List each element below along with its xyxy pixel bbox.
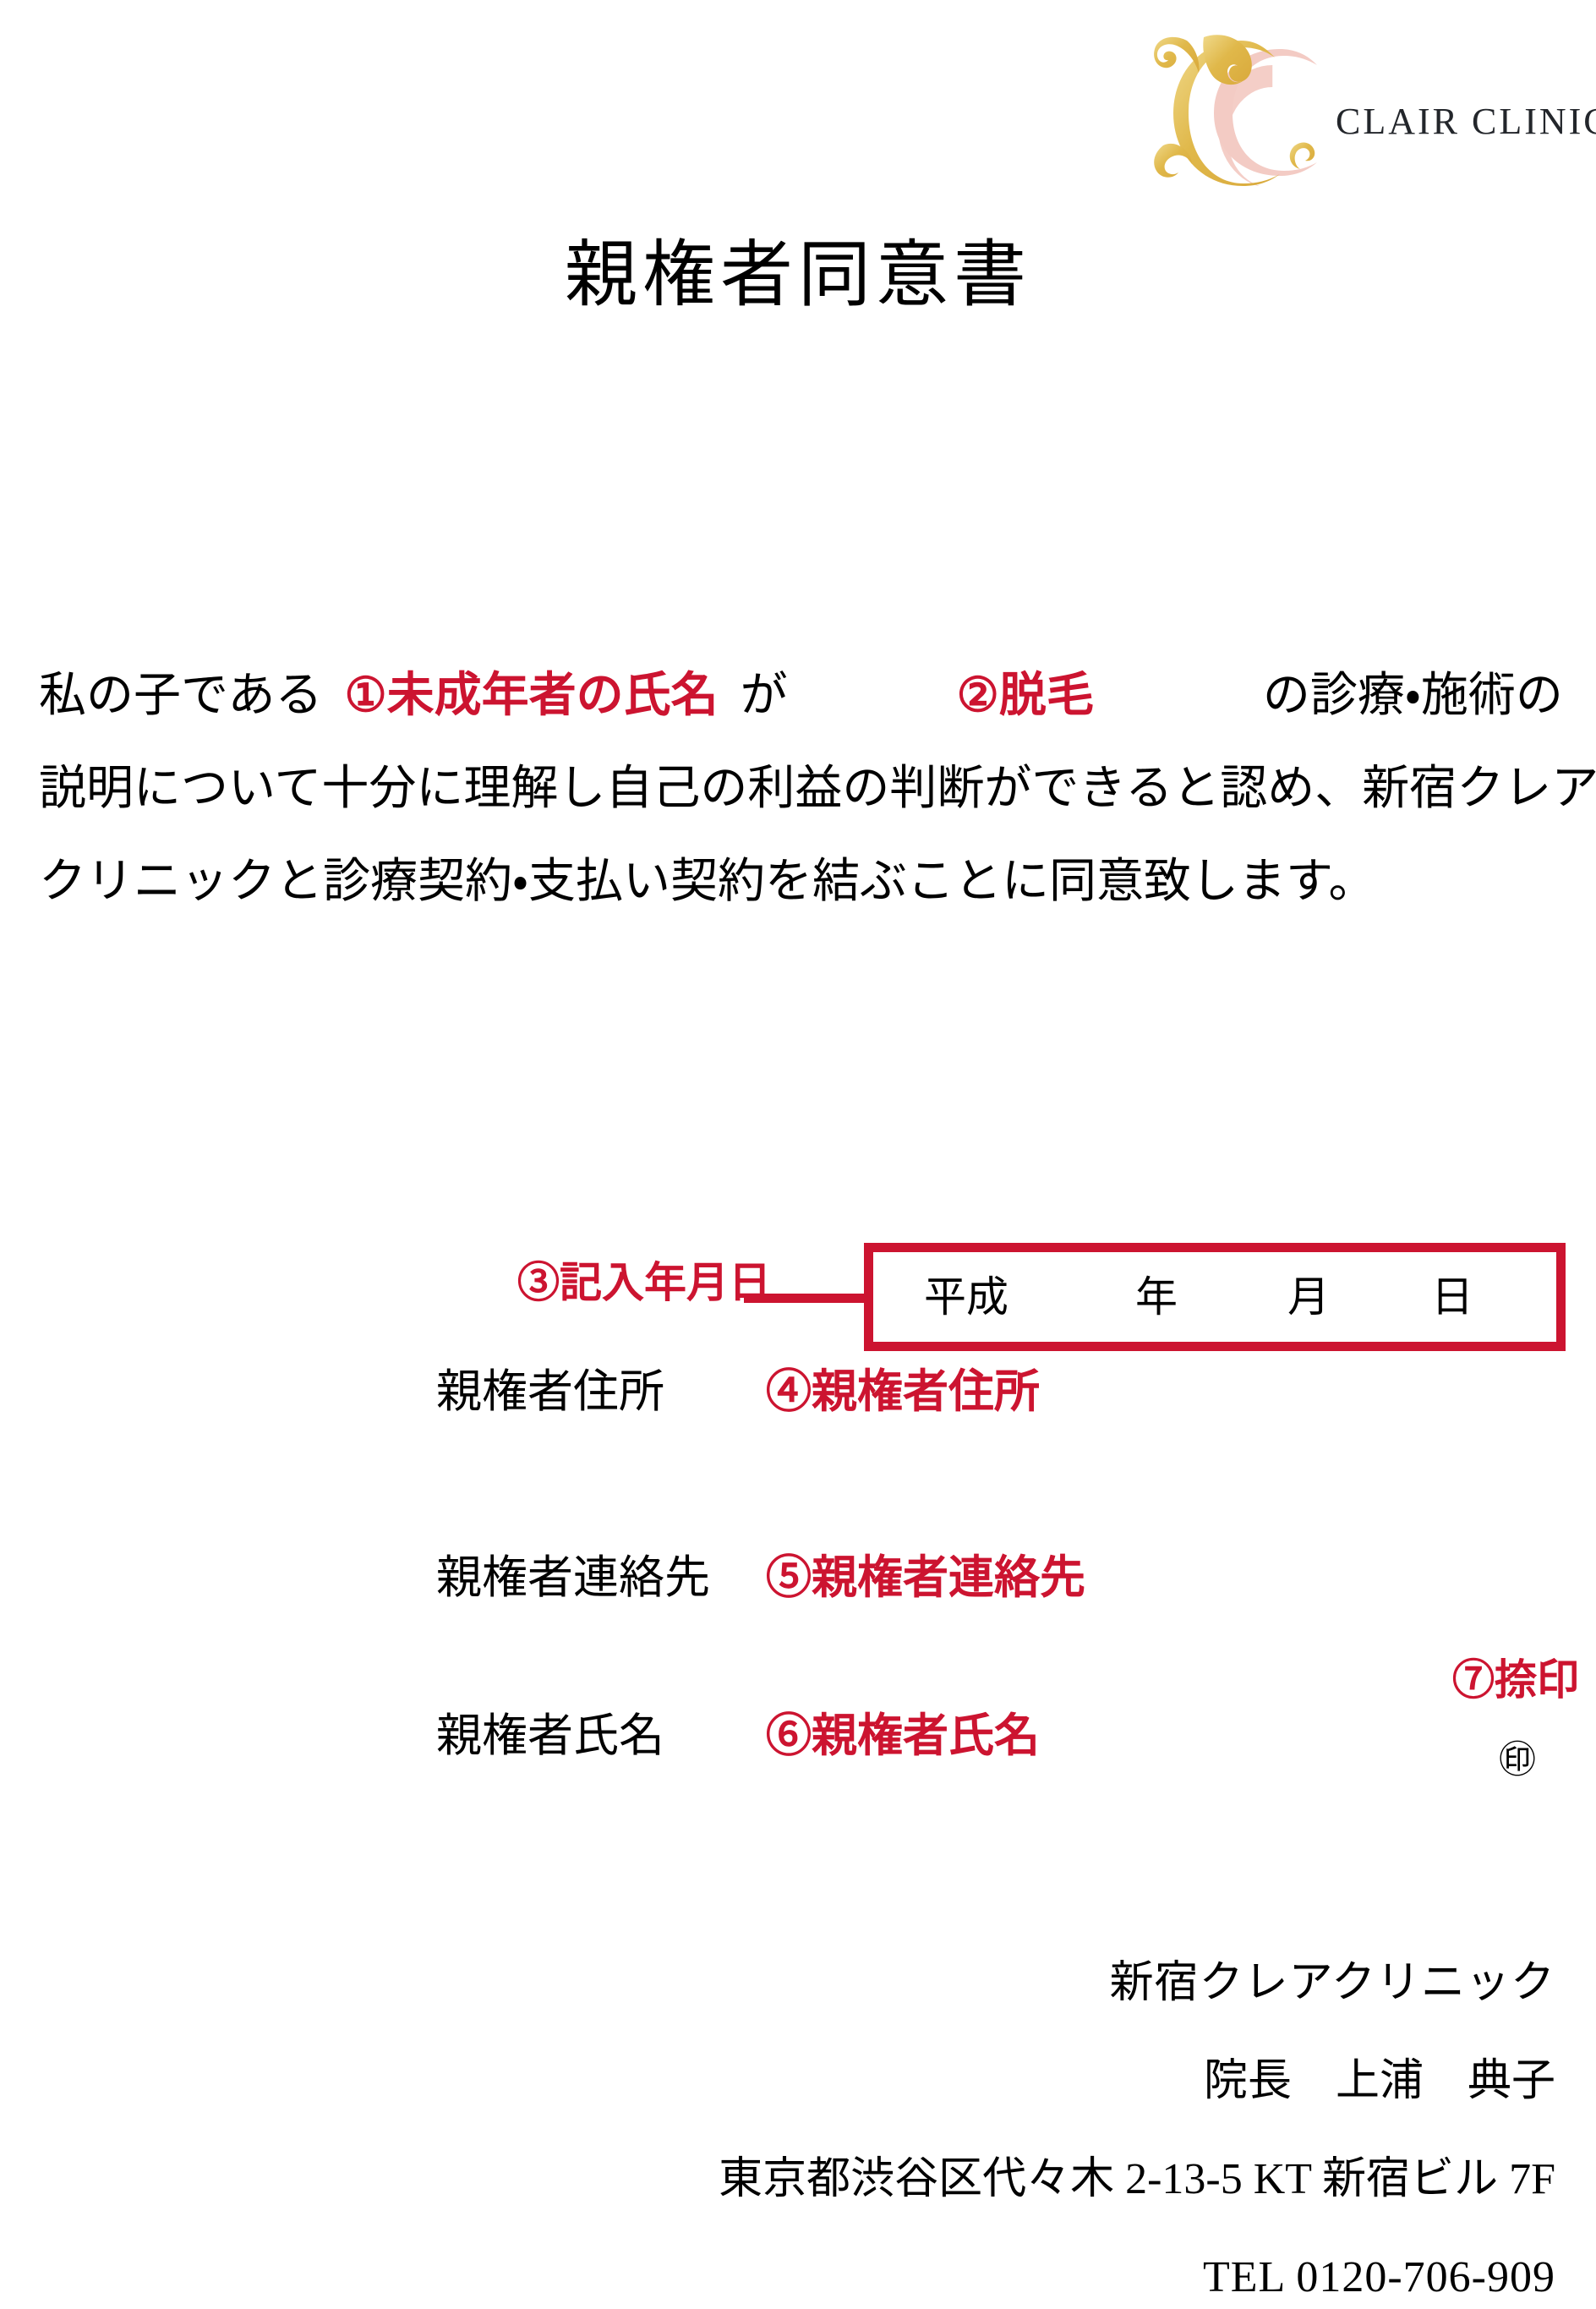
date-day-unit: 日 (1431, 1273, 1473, 1321)
label-guardian-contact: 親権者連絡先 (436, 1552, 710, 1603)
page-title: 親権者同意書 (565, 234, 1031, 315)
consent-line-1: 私の子である ①未成年者の氏名が ②脱毛 の診療・施術の (39, 649, 1563, 742)
consent-text-b: が (740, 670, 788, 722)
date-entry-box[interactable]: 平成 年 月 日 (864, 1243, 1566, 1351)
field-treatment[interactable]: ②脱毛 (957, 670, 1094, 722)
seal-stamp-icon[interactable]: ㊞ (1499, 1742, 1536, 1779)
field-minor-name[interactable]: ①未成年者の氏名 (344, 670, 718, 722)
date-era-label: 平成 (924, 1273, 1008, 1321)
date-leader-line (744, 1294, 866, 1303)
consent-text-a: 私の子である (39, 670, 323, 722)
clinic-logo: CLAIR CLINIC (1114, 25, 1596, 186)
consent-form-page: CLAIR CLINIC 親権者同意書 私の子である ①未成年者の氏名が ②脱毛 の診… (0, 0, 1596, 2309)
date-month-unit: 月 (1287, 1273, 1330, 1321)
value-guardian-address[interactable]: ④親権者住所 (766, 1360, 1040, 1424)
date-year-unit: 年 (1135, 1273, 1178, 1321)
clinic-name-wordmark: CLAIR CLINIC (1336, 101, 1596, 142)
label-guardian-address: 親権者住所 (436, 1366, 664, 1417)
seal-annotation-label: ⑦捺印 (1452, 1656, 1579, 1704)
consent-text-c: の診療・施術の (1262, 670, 1563, 722)
field-row-contact: 親権者連絡先 ⑤親権者連絡先 (0, 1546, 1596, 1610)
consent-line-3: クリニックと診療契約・支払い契約を結ぶことに同意致します。 (39, 856, 1376, 908)
footer-telephone: TEL 0120-706-909 (1203, 2253, 1555, 2301)
date-box-inner: 平成 年 月 日 (873, 1252, 1556, 1342)
date-annotation-label: ③記入年月日 (517, 1259, 771, 1306)
value-guardian-contact[interactable]: ⑤親権者連絡先 (766, 1546, 1085, 1610)
footer-address: 東京都渋谷区代々木 2-13-5 KT 新宿ビル 7F (719, 2155, 1555, 2203)
clinic-footer: 新宿クレアクリニック 院長 上浦 典子 東京都渋谷区代々木 2-13-5 KT … (0, 1934, 1555, 2309)
footer-director-name: 院長 上浦 典子 (1203, 2057, 1555, 2105)
label-guardian-name: 親権者氏名 (436, 1710, 664, 1761)
footer-clinic-name: 新宿クレアクリニック (1109, 1959, 1555, 2007)
field-row-address: 親権者住所 ④親権者住所 (0, 1360, 1596, 1424)
consent-paragraph: 私の子である ①未成年者の氏名が ②脱毛 の診療・施術の 説明について十分に理解し自己… (39, 649, 1596, 928)
consent-line-2: 説明について十分に理解し自己の利益の判断ができると認め、新宿クレア (39, 763, 1596, 815)
value-guardian-name[interactable]: ⑥親権者氏名 (766, 1704, 1040, 1768)
field-row-name: 親権者氏名 ⑥親権者氏名 (0, 1704, 1596, 1768)
